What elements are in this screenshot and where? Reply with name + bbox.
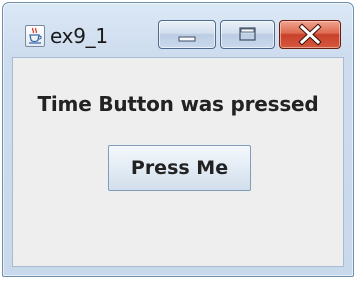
close-button[interactable] — [279, 20, 341, 49]
java-coffee-cup-icon[interactable] — [25, 25, 45, 47]
close-icon — [298, 23, 322, 46]
window-title: ex9_1 — [50, 24, 108, 48]
maximize-button[interactable] — [220, 20, 275, 49]
status-label: Time Button was pressed — [37, 92, 319, 116]
maximize-icon — [239, 27, 256, 41]
minimize-button[interactable] — [158, 20, 216, 49]
press-me-button[interactable]: Press Me — [108, 145, 251, 191]
app-window: ex9_1 Time Button was pressed Press Me — [2, 2, 354, 277]
content-panel: Time Button was pressed Press Me — [12, 57, 344, 267]
minimize-icon — [178, 36, 196, 42]
title-bar[interactable]: ex9_1 — [3, 3, 353, 57]
